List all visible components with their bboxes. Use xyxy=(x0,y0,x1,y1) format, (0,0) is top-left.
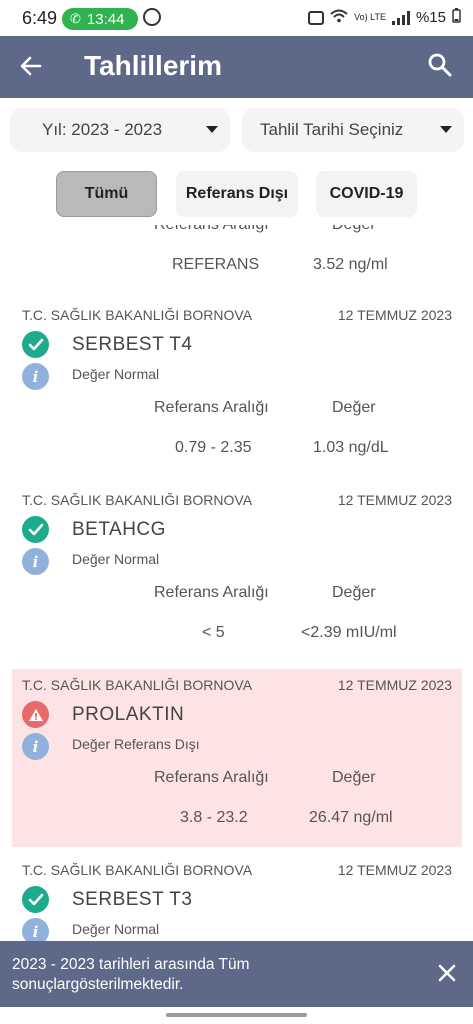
list-item[interactable]: T.C. SAĞLIK BAKANLIĞI BORNOVA 12 TEMMUZ … xyxy=(12,669,462,847)
value-label: Değer xyxy=(332,399,376,416)
close-icon[interactable] xyxy=(435,961,459,985)
status-time: 6:49 xyxy=(22,8,58,28)
ongoing-call-chip[interactable]: ✆ 13:44 xyxy=(62,8,138,30)
warning-icon xyxy=(22,701,49,728)
reference-range-value: 0.79 - 2.35 xyxy=(175,439,252,456)
battery-icon xyxy=(452,8,461,27)
check-circle-icon xyxy=(22,886,49,913)
wifi-icon xyxy=(330,9,348,27)
snackbar-message: 2023 - 2023 tarihleri arasında Tüm sonuç… xyxy=(12,956,250,993)
result-note: Değer Normal xyxy=(72,366,160,382)
app-bar: Tahlillerim xyxy=(0,36,473,98)
hospital-name: T.C. SAĞLIK BAKANLIĞI BORNOVA xyxy=(22,307,253,323)
check-circle-icon xyxy=(22,516,49,543)
info-icon[interactable]: i xyxy=(22,733,49,760)
info-icon[interactable]: i xyxy=(22,363,49,390)
test-date: 12 TEMMUZ 2023 xyxy=(337,492,452,508)
hospital-name: T.C. SAĞLIK BAKANLIĞI BORNOVA xyxy=(22,677,253,693)
result-value: 26.47 ng/ml xyxy=(309,809,393,826)
search-icon[interactable] xyxy=(427,52,455,80)
tab-all[interactable]: Tümü xyxy=(56,171,157,217)
chevron-down-icon xyxy=(206,126,218,133)
test-date-dropdown-value: Tahlil Tarihi Seçiniz xyxy=(260,120,404,139)
reference-range-value: 3.8 - 23.2 xyxy=(180,809,248,826)
value-label: Değer xyxy=(332,225,376,234)
tab-out-of-range[interactable]: Referans Dışı xyxy=(176,171,298,217)
result-value: <2.39 mIU/ml xyxy=(301,624,397,641)
value-label: Değer xyxy=(332,769,376,786)
status-bar: 6:49 ✆ 13:44 Vo) LTE %15 xyxy=(0,0,473,36)
result-value: 3.52 ng/ml xyxy=(313,256,388,273)
year-dropdown-value: Yıl: 2023 - 2023 xyxy=(42,120,163,139)
signal-icon xyxy=(391,10,410,25)
reference-range-value: REFERANS xyxy=(172,256,260,273)
battery-level: %15 xyxy=(415,9,446,26)
reference-range-label: Referans Aralığı xyxy=(154,769,269,786)
test-name: BETAHCG xyxy=(72,519,166,540)
list-item[interactable]: Referans Aralığı Değer REFERANS 3.52 ng/… xyxy=(12,225,462,280)
reference-range-label: Referans Aralığı xyxy=(154,584,269,601)
page-title: Tahlillerim xyxy=(84,50,222,81)
reference-range-label: Referans Aralığı xyxy=(154,399,269,416)
list-item[interactable]: T.C. SAĞLIK BAKANLIĞI BORNOVA 12 TEMMUZ … xyxy=(12,484,462,662)
year-dropdown[interactable]: Yıl: 2023 - 2023 xyxy=(10,108,230,152)
test-date: 12 TEMMUZ 2023 xyxy=(337,307,452,323)
list-item[interactable]: T.C. SAĞLIK BAKANLIĞI BORNOVA 12 TEMMUZ … xyxy=(12,299,462,477)
status-right: Vo) LTE %15 xyxy=(308,8,461,27)
info-icon[interactable]: i xyxy=(22,548,49,575)
hospital-name: T.C. SAĞLIK BAKANLIĞI BORNOVA xyxy=(22,862,253,878)
test-name: SERBEST T3 xyxy=(72,889,193,910)
call-duration: 13:44 xyxy=(86,10,125,28)
snackbar: 2023 - 2023 tarihleri arasında Tüm sonuç… xyxy=(0,941,473,1007)
home-gesture-handle[interactable] xyxy=(166,1013,307,1017)
arrow-left-icon[interactable] xyxy=(20,50,50,80)
chevron-down-icon xyxy=(440,126,452,133)
system-nav-bar xyxy=(0,1007,473,1024)
result-value: 1.03 ng/dL xyxy=(313,439,389,456)
result-note: Değer Referans Dışı xyxy=(72,736,200,752)
tab-covid-19[interactable]: COVID-19 xyxy=(316,171,417,217)
hospital-name: T.C. SAĞLIK BAKANLIĞI BORNOVA xyxy=(22,492,253,508)
value-label: Değer xyxy=(332,584,376,601)
info-icon[interactable]: i xyxy=(22,918,49,941)
reference-range-value: < 5 xyxy=(202,624,225,641)
test-date: 12 TEMMUZ 2023 xyxy=(337,862,452,878)
check-circle-icon xyxy=(22,331,49,358)
network-type: Vo) LTE xyxy=(354,12,386,22)
alarm-icon xyxy=(308,10,325,25)
test-name: SERBEST T4 xyxy=(72,334,193,355)
results-list[interactable]: Referans Aralığı Değer REFERANS 3.52 ng/… xyxy=(0,225,473,941)
reference-range-label: Referans Aralığı xyxy=(154,225,269,234)
result-note: Değer Normal xyxy=(72,921,160,937)
test-name: PROLAKTIN xyxy=(72,704,185,725)
test-date: 12 TEMMUZ 2023 xyxy=(337,677,452,693)
test-date-dropdown[interactable]: Tahlil Tarihi Seçiniz xyxy=(242,108,464,152)
whatsapp-icon xyxy=(143,8,161,26)
phone-icon: ✆ xyxy=(70,11,81,26)
list-item[interactable]: T.C. SAĞLIK BAKANLIĞI BORNOVA 12 TEMMUZ … xyxy=(12,854,462,941)
result-note: Değer Normal xyxy=(72,551,160,567)
